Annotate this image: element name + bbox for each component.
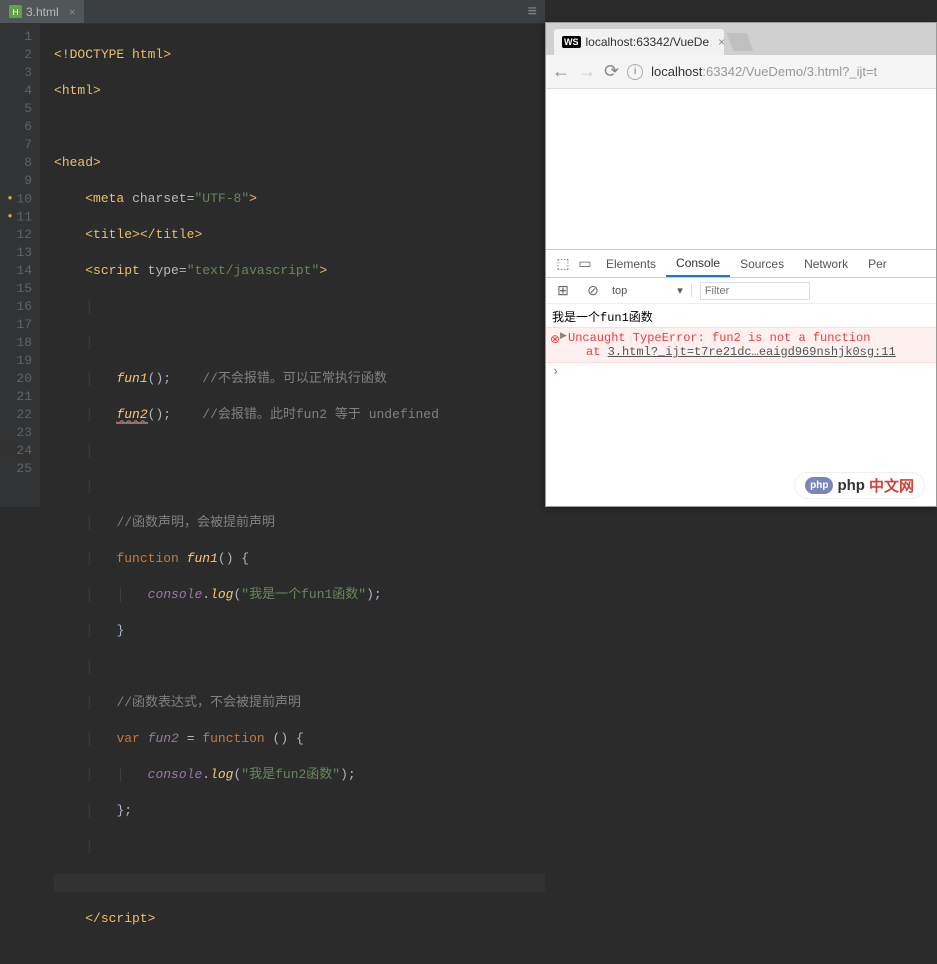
forward-icon[interactable]: → bbox=[578, 61, 596, 82]
code-token: title bbox=[93, 227, 132, 242]
error-message: Uncaught TypeError: fun2 is not a functi… bbox=[568, 331, 870, 345]
code-area[interactable]: <!DOCTYPE html> <html> <head> <meta char… bbox=[40, 24, 545, 507]
console-log-line: 我是一个fun1函数 bbox=[546, 306, 936, 327]
close-icon[interactable]: × bbox=[69, 5, 76, 19]
tab-elements[interactable]: Elements bbox=[596, 250, 666, 277]
code-token: script bbox=[93, 263, 140, 278]
code-token: meta bbox=[93, 191, 124, 206]
close-icon[interactable]: × bbox=[718, 35, 725, 49]
php-logo-icon: php bbox=[805, 477, 833, 494]
svg-text:H: H bbox=[12, 8, 18, 17]
code-comment: //不会报错。可以正常执行函数 bbox=[202, 371, 387, 386]
editor-tab-bar: H 3.html × ≡ bbox=[0, 0, 545, 24]
code-token: html bbox=[62, 83, 93, 98]
hamburger-icon[interactable]: ≡ bbox=[520, 3, 545, 21]
tab-network[interactable]: Network bbox=[794, 250, 858, 277]
code-token: fun2 bbox=[148, 731, 179, 746]
code-token: !DOCTYPE html bbox=[62, 47, 163, 62]
code-comment: //函数表达式，不会被提前声明 bbox=[116, 695, 301, 710]
webstorm-favicon-icon: WS bbox=[562, 36, 581, 48]
inspect-icon[interactable]: ⬚ bbox=[552, 255, 574, 272]
code-token: fun2 bbox=[116, 407, 147, 422]
console-toolbar: ⊞ ⊘ top ▾ bbox=[546, 278, 936, 304]
url-host: localhost bbox=[651, 64, 702, 79]
html-file-icon: H bbox=[8, 5, 22, 19]
code-comment: //函数声明，会被提前声明 bbox=[116, 515, 275, 530]
watermark-text: php bbox=[837, 477, 865, 494]
code-token: log bbox=[210, 587, 233, 602]
reload-icon[interactable]: ⟳ bbox=[604, 61, 619, 82]
clear-console-icon[interactable]: ⊘ bbox=[582, 282, 604, 299]
file-tab[interactable]: H 3.html × bbox=[0, 0, 84, 23]
file-tab-label: 3.html bbox=[26, 5, 59, 19]
tab-console[interactable]: Console bbox=[666, 250, 730, 277]
url-display[interactable]: localhost:63342/VueDemo/3.html?_ijt=t bbox=[651, 64, 877, 79]
info-icon[interactable]: i bbox=[627, 64, 643, 80]
url-path: :63342/VueDemo/3.html?_ijt=t bbox=[702, 64, 877, 79]
code-token: console bbox=[148, 587, 203, 602]
devtools-panel: ⬚ ▭ Elements Console Sources Network Per… bbox=[546, 249, 936, 506]
tab-performance[interactable]: Per bbox=[858, 250, 897, 277]
console-prompt[interactable]: › bbox=[546, 363, 936, 381]
code-token: script bbox=[101, 911, 148, 926]
error-at: at bbox=[586, 345, 608, 359]
code-token: log bbox=[210, 767, 233, 782]
code-token: UTF-8 bbox=[202, 191, 241, 206]
line-gutter: 1234567891011121314151617181920212223242… bbox=[0, 24, 40, 507]
code-token: fun1 bbox=[116, 371, 147, 386]
device-icon[interactable]: ▭ bbox=[574, 255, 596, 272]
devtools-tabs: ⬚ ▭ Elements Console Sources Network Per bbox=[546, 250, 936, 278]
browser-window: WS localhost:63342/VueDe × ← → ⟳ i local… bbox=[545, 22, 937, 507]
code-token: function bbox=[202, 731, 264, 746]
console-error-line: ⊗ ▶ Uncaught TypeError: fun2 is not a fu… bbox=[546, 327, 936, 363]
code-token: title bbox=[155, 227, 194, 242]
error-icon: ⊗ bbox=[550, 332, 560, 347]
browser-tab[interactable]: WS localhost:63342/VueDe × bbox=[554, 29, 724, 55]
context-label: top bbox=[612, 285, 627, 297]
code-token: function bbox=[116, 551, 178, 566]
code-token: "我是一个fun1函数" bbox=[241, 587, 366, 602]
back-icon[interactable]: ← bbox=[552, 61, 570, 82]
code-token: charset bbox=[132, 191, 187, 206]
browser-tab-title: localhost:63342/VueDe bbox=[586, 35, 710, 49]
chevron-down-icon: ▾ bbox=[677, 284, 683, 297]
code-comment: //会报错。此时fun2 等于 undefined bbox=[202, 407, 439, 422]
watermark-text: 中文网 bbox=[869, 475, 914, 496]
console-message: 我是一个fun1函数 bbox=[552, 308, 653, 325]
code-token: var bbox=[116, 731, 139, 746]
watermark-badge: php php中文网 bbox=[794, 472, 925, 499]
code-token: "我是fun2函数" bbox=[241, 767, 340, 782]
code-token: head bbox=[62, 155, 93, 170]
new-tab-button[interactable] bbox=[727, 33, 754, 51]
address-bar: ← → ⟳ i localhost:63342/VueDemo/3.html?_… bbox=[546, 55, 936, 89]
code-token: fun1 bbox=[187, 551, 218, 566]
code-token: console bbox=[148, 767, 203, 782]
code-token: text/javascript bbox=[195, 263, 312, 278]
context-selector[interactable]: top ▾ bbox=[612, 284, 692, 297]
ide-editor: H 3.html × ≡ 123456789101112131415161718… bbox=[0, 0, 545, 507]
error-source-link[interactable]: 3.html?_ijt=t7re21dc…eaigd969nshjk0sg:11 bbox=[608, 345, 896, 359]
code-token: type bbox=[148, 263, 179, 278]
filter-input[interactable] bbox=[700, 282, 810, 300]
editor-body: 1234567891011121314151617181920212223242… bbox=[0, 24, 545, 507]
expand-icon[interactable]: ▶ bbox=[560, 331, 567, 341]
browser-tab-strip: WS localhost:63342/VueDe × bbox=[546, 23, 936, 55]
console-sidebar-icon[interactable]: ⊞ bbox=[552, 282, 574, 299]
tab-sources[interactable]: Sources bbox=[730, 250, 794, 277]
